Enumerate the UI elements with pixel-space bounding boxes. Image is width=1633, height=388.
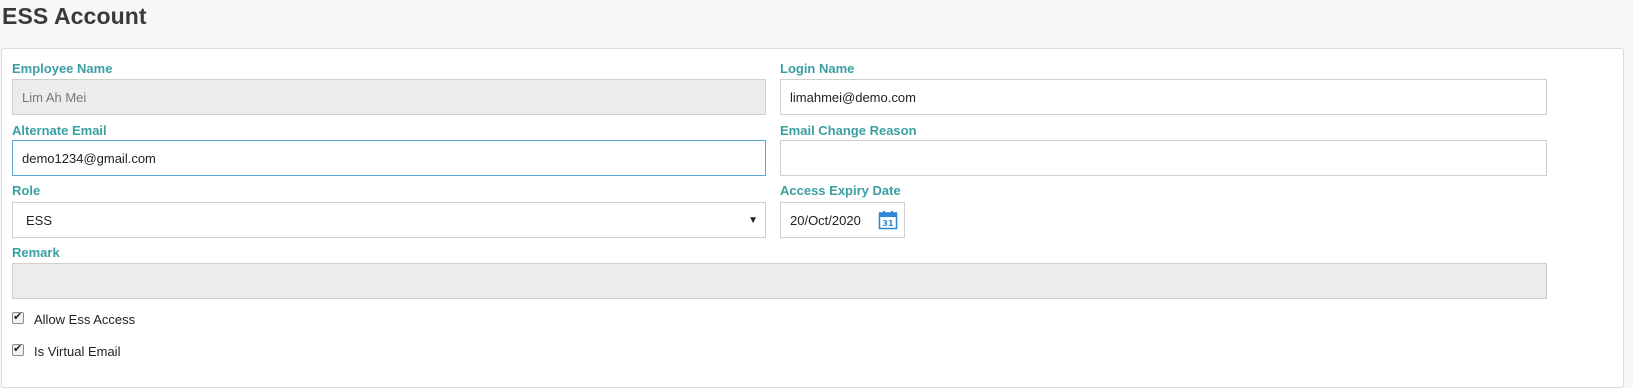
access-expiry-date-label: Access Expiry Date [780, 183, 901, 198]
alternate-email-value: demo1234@gmail.com [22, 150, 156, 166]
is-virtual-email-checkbox[interactable] [12, 342, 24, 356]
email-change-reason-label: Email Change Reason [780, 123, 917, 138]
role-label: Role [12, 183, 41, 198]
email-change-reason-field[interactable] [780, 140, 1547, 176]
access-expiry-date-field[interactable]: 20/Oct/2020 31 [780, 202, 905, 238]
allow-ess-access-checkbox[interactable] [12, 310, 24, 324]
remark-label: Remark [12, 245, 60, 260]
alternate-email-field[interactable]: demo1234@gmail.com [12, 140, 766, 176]
employee-name-field: Lim Ah Mei [12, 79, 766, 115]
login-name-label: Login Name [780, 61, 855, 76]
svg-text:31: 31 [882, 219, 894, 228]
remark-field [12, 263, 1547, 299]
access-expiry-date-value: 20/Oct/2020 [790, 212, 861, 228]
is-virtual-email-row: Is Virtual Email [12, 342, 121, 359]
allow-ess-access-label: Allow Ess Access [34, 312, 136, 327]
page-title: ESS Account [2, 3, 147, 29]
role-value: ESS [26, 212, 53, 228]
login-name-field[interactable]: limahmei@demo.com [780, 79, 1547, 115]
employee-name-label: Employee Name [12, 61, 113, 76]
employee-name-value: Lim Ah Mei [22, 89, 87, 105]
chevron-down-icon[interactable]: ▼ [748, 215, 758, 226]
role-select[interactable]: ESS ▼ [12, 202, 766, 238]
is-virtual-email-label: Is Virtual Email [34, 344, 121, 359]
login-name-value: limahmei@demo.com [790, 89, 916, 105]
allow-ess-access-row: Allow Ess Access [12, 310, 136, 327]
calendar-icon[interactable]: 31 [878, 210, 898, 230]
alternate-email-label: Alternate Email [12, 123, 107, 138]
